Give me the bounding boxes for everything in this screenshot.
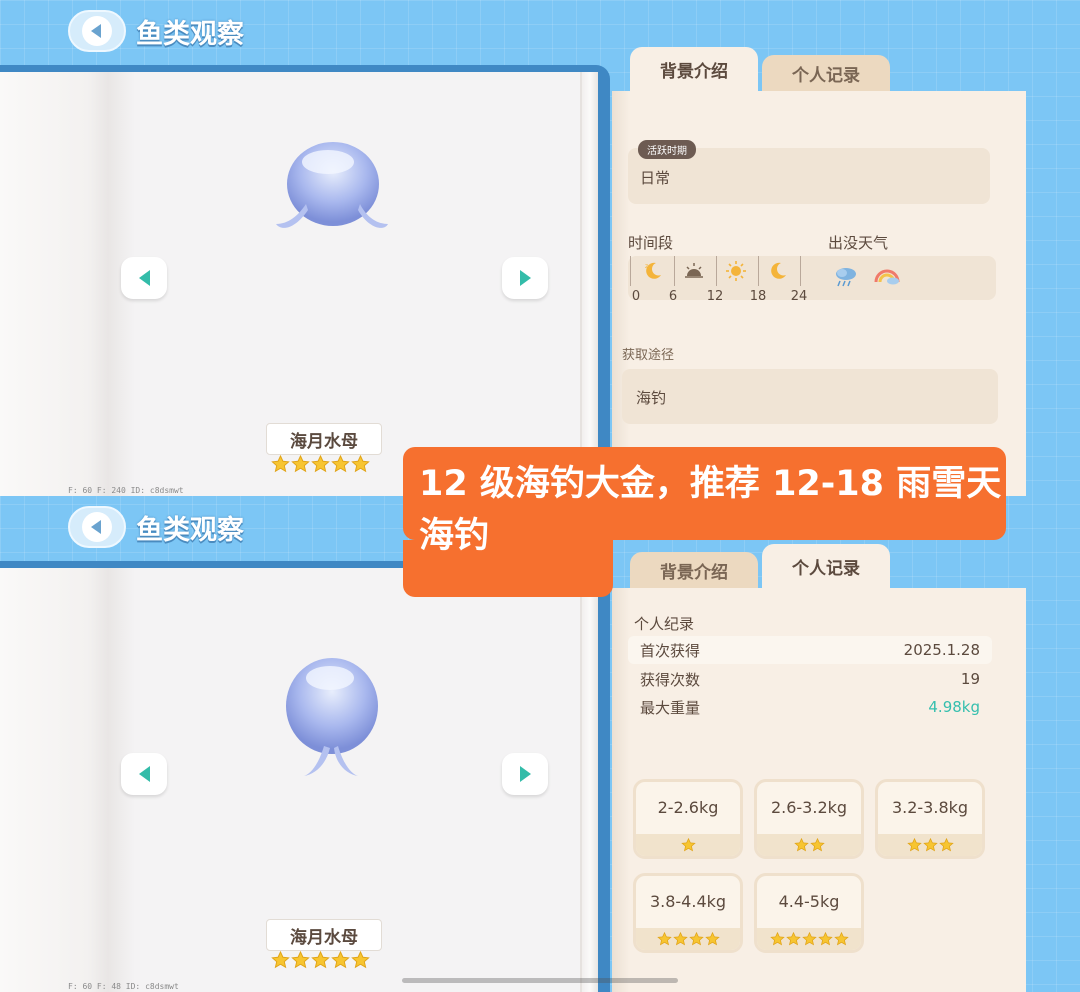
time-tick: 24 [790,289,808,304]
back-icon [82,512,112,542]
star-icon [793,838,809,852]
tip-banner-text: 12 级海钓大金，推荐 12-18 雨雪天海钓 [419,464,1002,556]
record-row-catch-count: 获得次数 19 [640,670,980,689]
chevron-left-icon [138,766,150,782]
active-period-pill: 活跃时期 [638,139,696,159]
weight-range-card: 4.4-5kg [754,873,864,953]
weight-range-card: 3.2-3.8kg [875,779,985,859]
home-indicator[interactable] [402,978,678,983]
weight-range-card: 3.8-4.4kg [633,873,743,953]
weight-stars [757,834,861,856]
star-icon [351,951,370,969]
star-icon [271,455,290,473]
record-row-max-weight: 最大重量 4.98kg [640,698,980,717]
record-title: 个人纪录 [634,615,695,633]
time-tick: 18 [749,289,767,304]
sunrise-icon [685,263,703,278]
debug-text: F: 60 F: 48 ID: c8dsmwt [68,982,179,991]
weight-stars [636,834,740,856]
rainbow-icon [874,269,900,285]
chevron-left-icon [138,270,150,286]
fish-name-plate: 海月水母 [266,919,382,951]
moon-icon [771,262,786,279]
star-icon [680,838,696,852]
tab-background-info[interactable]: 背景介绍 [630,47,758,91]
star-icon [769,932,785,946]
star-icon [271,951,290,969]
rarity-stars [271,951,370,969]
star-icon [291,951,310,969]
back-button[interactable] [68,506,126,548]
star-icon [704,932,720,946]
sun-icon [726,261,746,281]
star-icon [906,838,922,852]
weight-stars [757,928,861,950]
star-icon [688,932,704,946]
top-panel: 鱼类观察 海月水母 F: 60 F: 240 ID: c8dsmwt 背景介绍 … [0,0,1080,496]
fish-name-plate: 海月水母 [266,423,382,455]
star-icon [656,932,672,946]
prev-fish-button[interactable] [121,257,167,299]
header: 鱼类观察 [68,10,244,52]
weight-stars [878,834,982,856]
moon-icon: z [645,262,661,279]
page-title: 鱼类观察 [136,514,244,546]
page-title: 鱼类观察 [136,18,244,50]
jellyfish-image [286,658,378,776]
star-icon [801,932,817,946]
weight-stars [636,928,740,950]
time-section-label: 时间段 [628,234,674,252]
source-box [622,369,998,424]
active-period-value: 日常 [640,169,671,187]
time-timeline: z [630,256,810,286]
time-tick: 0 [631,289,641,304]
back-button[interactable] [68,10,126,52]
header: 鱼类观察 [68,506,244,548]
rarity-stars [271,455,370,473]
jellyfish-image [276,142,388,228]
star-icon [833,932,849,946]
rain-cloud-icon [836,268,856,287]
star-icon [351,455,370,473]
star-icon [291,455,310,473]
debug-text: F: 60 F: 240 ID: c8dsmwt [68,486,184,495]
time-tick: 6 [668,289,678,304]
star-icon [331,455,350,473]
weight-range-card: 2.6-3.2kg [754,779,864,859]
star-icon [922,838,938,852]
record-row-first-obtained: 首次获得 2025.1.28 [628,636,992,664]
star-icon [331,951,350,969]
weight-range-card: 2-2.6kg [633,779,743,859]
star-icon [938,838,954,852]
svg-text:z: z [645,263,648,270]
star-icon [672,932,688,946]
tab-personal-record[interactable]: 个人记录 [762,55,890,91]
back-icon [82,16,112,46]
source-section-label: 获取途径 [622,348,675,363]
next-fish-button[interactable] [502,257,548,299]
time-tick: 12 [706,289,724,304]
chevron-right-icon [519,270,531,286]
star-icon [311,455,330,473]
star-icon [785,932,801,946]
prev-fish-button[interactable] [121,753,167,795]
star-icon [311,951,330,969]
source-value: 海钓 [636,389,667,407]
star-icon [817,932,833,946]
weather-section-label: 出没天气 [828,234,889,252]
star-icon [809,838,825,852]
chevron-right-icon [519,766,531,782]
next-fish-button[interactable] [502,753,548,795]
